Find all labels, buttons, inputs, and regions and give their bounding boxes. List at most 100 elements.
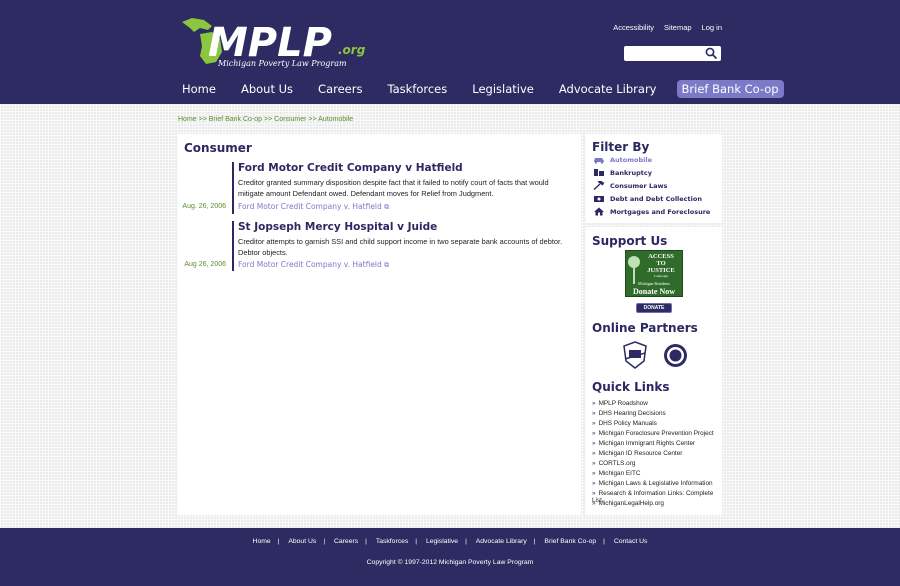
banner-line: Donate Now [633, 287, 675, 296]
footer-link-careers[interactable]: Careers [327, 538, 365, 545]
logo-graphic: MPLP .org Michigan Poverty Law Program [182, 18, 366, 68]
filter-label: Consumer Laws [610, 181, 668, 190]
copyright-text: Copyright © 1997-2012 Michigan Poverty L… [366, 559, 534, 566]
breadcrumb: Home >> Brief Bank Co-op >> Consumer >> … [178, 116, 353, 123]
nav-brief-bank-coop[interactable]: Brief Bank Co-op [676, 80, 784, 98]
site-header: MPLP .org Michigan Poverty Law Program A… [0, 0, 900, 104]
quick-link[interactable]: CORTLS.org [592, 460, 636, 467]
nav-advocate-library[interactable]: Advocate Library [554, 80, 662, 98]
entry-description: Creditor granted summary disposition des… [238, 178, 549, 198]
sitemap-link[interactable]: Sitemap [664, 23, 692, 32]
footer-link-advocate-library[interactable]: Advocate Library [469, 538, 534, 545]
car-icon [594, 158, 604, 164]
support-title: Support Us [592, 234, 668, 248]
entry-link-text[interactable]: Ford Motor Credit Company v. Hatfield [238, 260, 382, 269]
filter-debt-collection[interactable]: Debt and Debt Collection [593, 194, 702, 203]
banner-line: Campaign [653, 274, 669, 278]
breadcrumb-separator: >> [306, 116, 319, 123]
footer-nav: Home | About Us | Careers | Taskforces | Leg… [0, 538, 900, 545]
footer-separator: | [533, 538, 536, 545]
filter-automobile[interactable]: Automobile [593, 155, 652, 164]
breadcrumb-separator: >> [262, 116, 275, 123]
quick-link[interactable]: DHS Policy Manuals [592, 420, 657, 427]
logo-tagline: Michigan Poverty Law Program [217, 59, 347, 68]
filter-label: Debt and Debt Collection [610, 194, 702, 203]
footer-separator: | [323, 538, 326, 545]
mplp-logo[interactable]: MPLP .org Michigan Poverty Law Program [178, 14, 388, 70]
filter-panel: Filter By Automobile Bankruptcy Consumer… [586, 134, 722, 223]
nav-about-us[interactable]: About Us [236, 80, 298, 98]
footer-link-legislative[interactable]: Legislative [419, 538, 465, 545]
nav-home[interactable]: Home [177, 80, 221, 98]
external-link-icon: ⧉ [384, 261, 390, 269]
quick-link[interactable]: Michigan EITC [592, 470, 641, 477]
filter-label: Automobile [610, 155, 652, 164]
login-link[interactable]: Log in [702, 23, 722, 32]
page-title: Consumer [184, 141, 252, 155]
partners-title: Online Partners [592, 321, 698, 335]
nav-careers[interactable]: Careers [313, 80, 367, 98]
sidebar-panel: Support Us ACCESS TO JUSTICE Campaign Mi… [586, 227, 722, 515]
breadcrumb-brief-bank[interactable]: Brief Bank Co-op [209, 116, 262, 123]
entry-title[interactable]: Ford Motor Credit Company v Hatfield [238, 162, 463, 174]
quick-link[interactable]: DHS Hearing Decisions [592, 410, 666, 417]
footer-link-home[interactable]: Home [246, 538, 278, 545]
breadcrumb-consumer[interactable]: Consumer [274, 116, 306, 123]
filter-label: Mortgages and Foreclosure [610, 207, 711, 216]
accessibility-link[interactable]: Accessibility [613, 23, 654, 32]
banner-line: ACCESS [648, 253, 674, 260]
quick-link[interactable]: Michigan Immigrant Rights Center [592, 440, 696, 447]
utility-links: Accessibility Sitemap Log in [613, 23, 722, 32]
entry-divider [232, 221, 234, 271]
access-to-justice-banner[interactable]: ACCESS TO JUSTICE Campaign Michigan Resi… [625, 250, 683, 297]
footer-link-brief-bank-coop[interactable]: Brief Bank Co-op [537, 538, 603, 545]
entry-divider [232, 162, 234, 214]
filter-mortgages[interactable]: Mortgages and Foreclosure [593, 207, 710, 216]
quick-link[interactable]: MichiganLegalHelp.org [592, 500, 664, 507]
breadcrumb-separator: >> [196, 116, 209, 123]
search-icon[interactable] [705, 47, 718, 60]
filter-label: Bankruptcy [610, 168, 652, 177]
footer-link-taskforces[interactable]: Taskforces [369, 538, 415, 545]
banner-tree-icon [628, 254, 640, 284]
banner-line: JUSTICE [647, 267, 675, 274]
entry-date: Aug. 26, 2006 [182, 203, 226, 210]
quick-link[interactable]: Michigan ID Resource Center [592, 450, 683, 457]
money-icon [594, 196, 604, 202]
house-icon [594, 207, 604, 216]
filter-bankruptcy[interactable]: Bankruptcy [593, 168, 652, 177]
main-content: Consumer Ford Motor Credit Company v Hat… [178, 134, 581, 515]
breadcrumb-home[interactable]: Home [178, 116, 197, 123]
quick-link[interactable]: Michigan Laws & Legislative Information [592, 480, 713, 487]
partner-logo-2[interactable] [663, 343, 688, 368]
gavel-icon [593, 181, 605, 190]
nav-legislative[interactable]: Legislative [467, 80, 539, 98]
donate-label: DONATE [643, 305, 665, 311]
footer-separator: | [415, 538, 418, 545]
site-footer: Home | About Us | Careers | Taskforces | Leg… [0, 528, 900, 586]
entry-title[interactable]: St Jopseph Mercy Hospital v Juide [238, 221, 437, 233]
entry-document-link[interactable]: Ford Motor Credit Company v. Hatfield ⧉ [238, 202, 389, 212]
quick-links-title: Quick Links [592, 380, 670, 394]
quick-link[interactable]: MPLP Roadshow [592, 400, 648, 407]
footer-link-contact-us[interactable]: Contact Us [607, 538, 655, 545]
entry-link-text[interactable]: Ford Motor Credit Company v. Hatfield [238, 202, 382, 211]
entry-date: Aug 26, 2006 [184, 261, 226, 268]
filter-consumer-laws[interactable]: Consumer Laws [593, 181, 667, 190]
quick-link[interactable]: Michigan Foreclosure Prevention Project [592, 430, 714, 437]
partner-shield-icon [623, 341, 647, 369]
footer-separator: | [465, 538, 467, 545]
filter-title: Filter By [592, 140, 650, 154]
entry-document-link[interactable]: Ford Motor Credit Company v. Hatfield ⧉ [238, 260, 389, 270]
bankruptcy-icon [594, 169, 604, 176]
main-nav: Home About Us Careers Taskforces Legisla… [177, 80, 799, 98]
entry-description: Creditor attempts to garnish SSI and chi… [238, 237, 563, 257]
footer-link-about-us[interactable]: About Us [281, 538, 323, 545]
external-link-icon: ⧉ [384, 203, 390, 211]
donate-button[interactable]: DONATE [636, 303, 672, 313]
search-input[interactable] [624, 46, 721, 61]
banner-line: TO [656, 260, 666, 267]
partner-logo-1[interactable] [622, 341, 648, 369]
breadcrumb-automobile[interactable]: Automobile [318, 116, 353, 123]
nav-taskforces[interactable]: Taskforces [382, 80, 452, 98]
